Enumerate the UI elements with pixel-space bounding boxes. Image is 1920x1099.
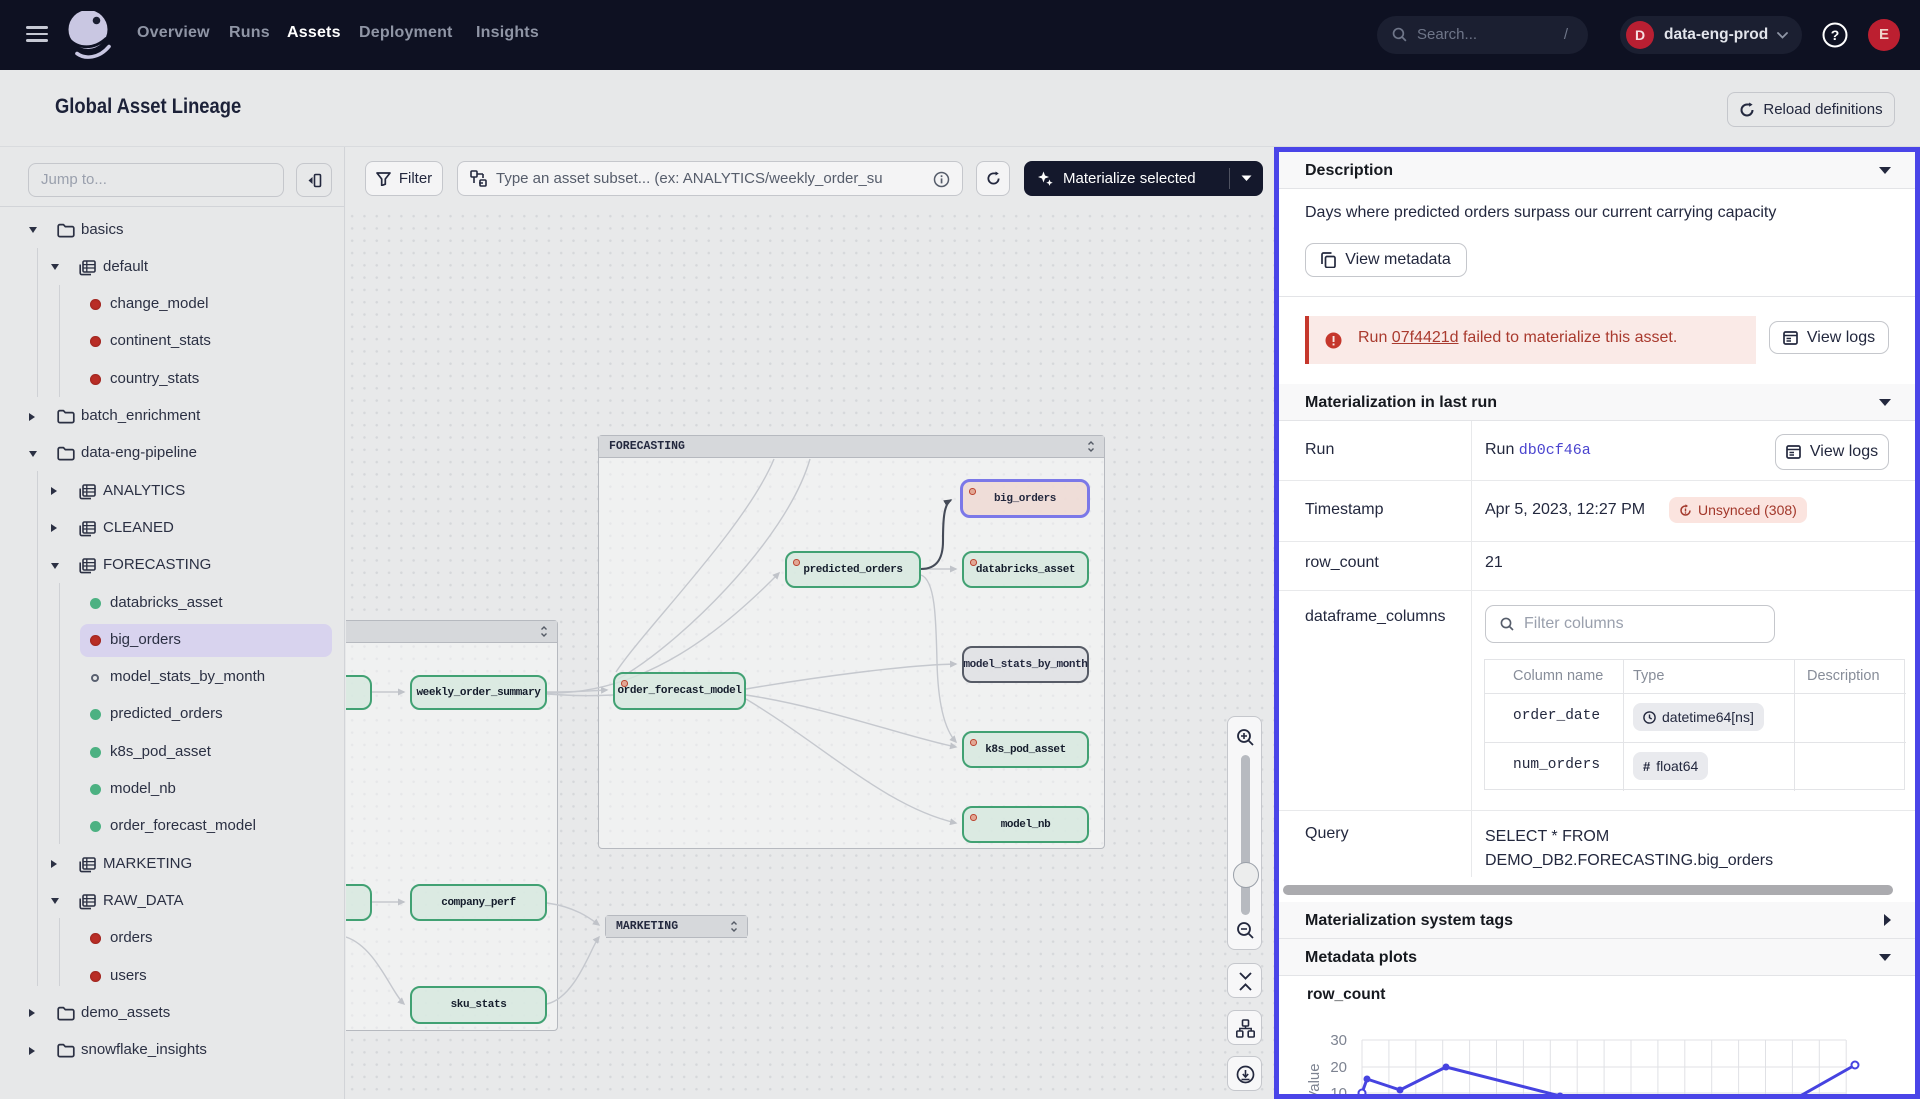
svg-text:20: 20 xyxy=(1330,1059,1347,1076)
svg-text:30: 30 xyxy=(1330,1032,1347,1049)
svg-text:10: 10 xyxy=(1330,1085,1347,1094)
svg-text:Value: Value xyxy=(1306,1063,1323,1094)
svg-text:?: ? xyxy=(1831,27,1840,43)
